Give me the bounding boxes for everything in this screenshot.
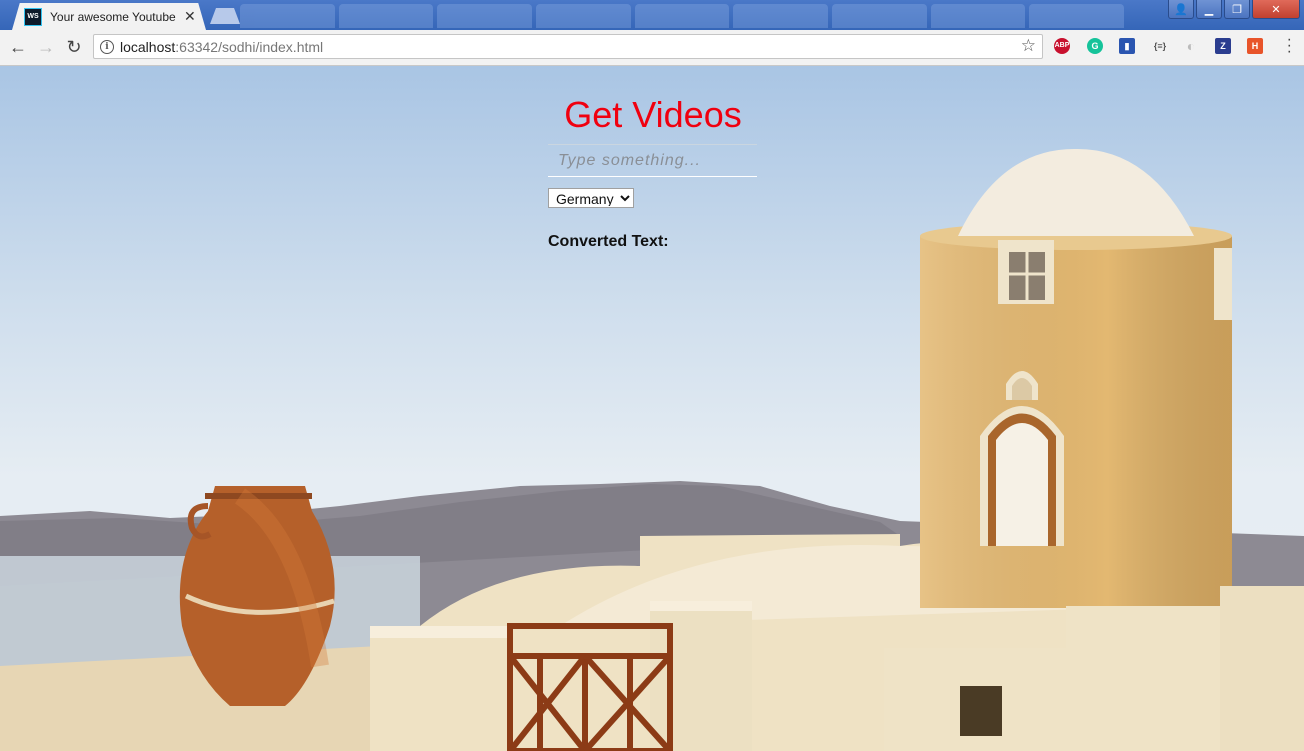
- background-tab[interactable]: [930, 4, 1026, 28]
- grammarly-icon[interactable]: G: [1087, 38, 1103, 54]
- background-tab[interactable]: [832, 4, 927, 28]
- search-input[interactable]: [548, 144, 757, 177]
- background-tab[interactable]: [437, 4, 533, 28]
- background-tab[interactable]: [733, 4, 829, 28]
- browser-toolbar: ← → ↻ i localhost:63342/sodhi/index.html…: [0, 30, 1304, 66]
- background-tab[interactable]: [536, 4, 631, 28]
- extension-icon[interactable]: H: [1247, 38, 1263, 54]
- window-controls: 👤 ▁ ❐ ✕: [1168, 0, 1300, 20]
- background-tab[interactable]: [634, 4, 730, 28]
- country-select-wrapper: Germany: [548, 188, 758, 209]
- active-tab[interactable]: WS Your awesome Youtube ✕: [12, 3, 206, 30]
- browser-titlebar: WS Your awesome Youtube ✕ 👤 ▁ ❐ ✕: [0, 0, 1304, 30]
- shield-icon[interactable]: ◐: [1183, 38, 1199, 54]
- close-window-icon[interactable]: ✕: [1252, 0, 1300, 19]
- bookmark-icon[interactable]: ▮: [1119, 38, 1135, 54]
- address-bar[interactable]: i localhost:63342/sodhi/index.html ☆: [93, 34, 1043, 59]
- url-host: localhost: [120, 39, 176, 55]
- reload-icon[interactable]: ↻: [63, 36, 85, 58]
- page-title: Get Videos: [564, 94, 742, 135]
- user-icon[interactable]: 👤: [1168, 0, 1194, 19]
- zotero-icon[interactable]: Z: [1215, 38, 1231, 54]
- forward-icon[interactable]: →: [35, 36, 57, 58]
- info-icon[interactable]: i: [100, 40, 114, 54]
- page-viewport: Get Videos Germany Converted Text:: [0, 66, 1304, 751]
- restore-icon[interactable]: ❐: [1224, 0, 1250, 19]
- chrome-menu-icon[interactable]: · · ·: [1287, 32, 1292, 60]
- video-search-panel: Get Videos Germany Converted Text:: [548, 94, 758, 251]
- webstorm-icon: WS: [24, 7, 42, 26]
- adblock-icon[interactable]: ABP: [1054, 38, 1070, 54]
- close-tab-icon[interactable]: ✕: [184, 8, 196, 25]
- new-tab-button[interactable]: [210, 8, 240, 24]
- back-icon[interactable]: ←: [7, 36, 29, 58]
- minimize-icon[interactable]: ▁: [1196, 0, 1222, 19]
- url-path: :63342/sodhi/index.html: [175, 39, 324, 55]
- background-tab[interactable]: [240, 4, 335, 28]
- background-tab[interactable]: [1029, 4, 1125, 28]
- json-formatter-icon[interactable]: {≡}: [1150, 38, 1170, 54]
- tab-title: Your awesome Youtube: [50, 9, 176, 24]
- bookmark-star-icon[interactable]: ☆: [1021, 36, 1036, 56]
- converted-text-label: Converted Text:: [548, 233, 669, 250]
- country-select[interactable]: Germany: [548, 188, 634, 208]
- background-tab[interactable]: [338, 4, 434, 28]
- url-text[interactable]: localhost:63342/sodhi/index.html: [120, 39, 323, 55]
- background-tabs: [240, 4, 1125, 28]
